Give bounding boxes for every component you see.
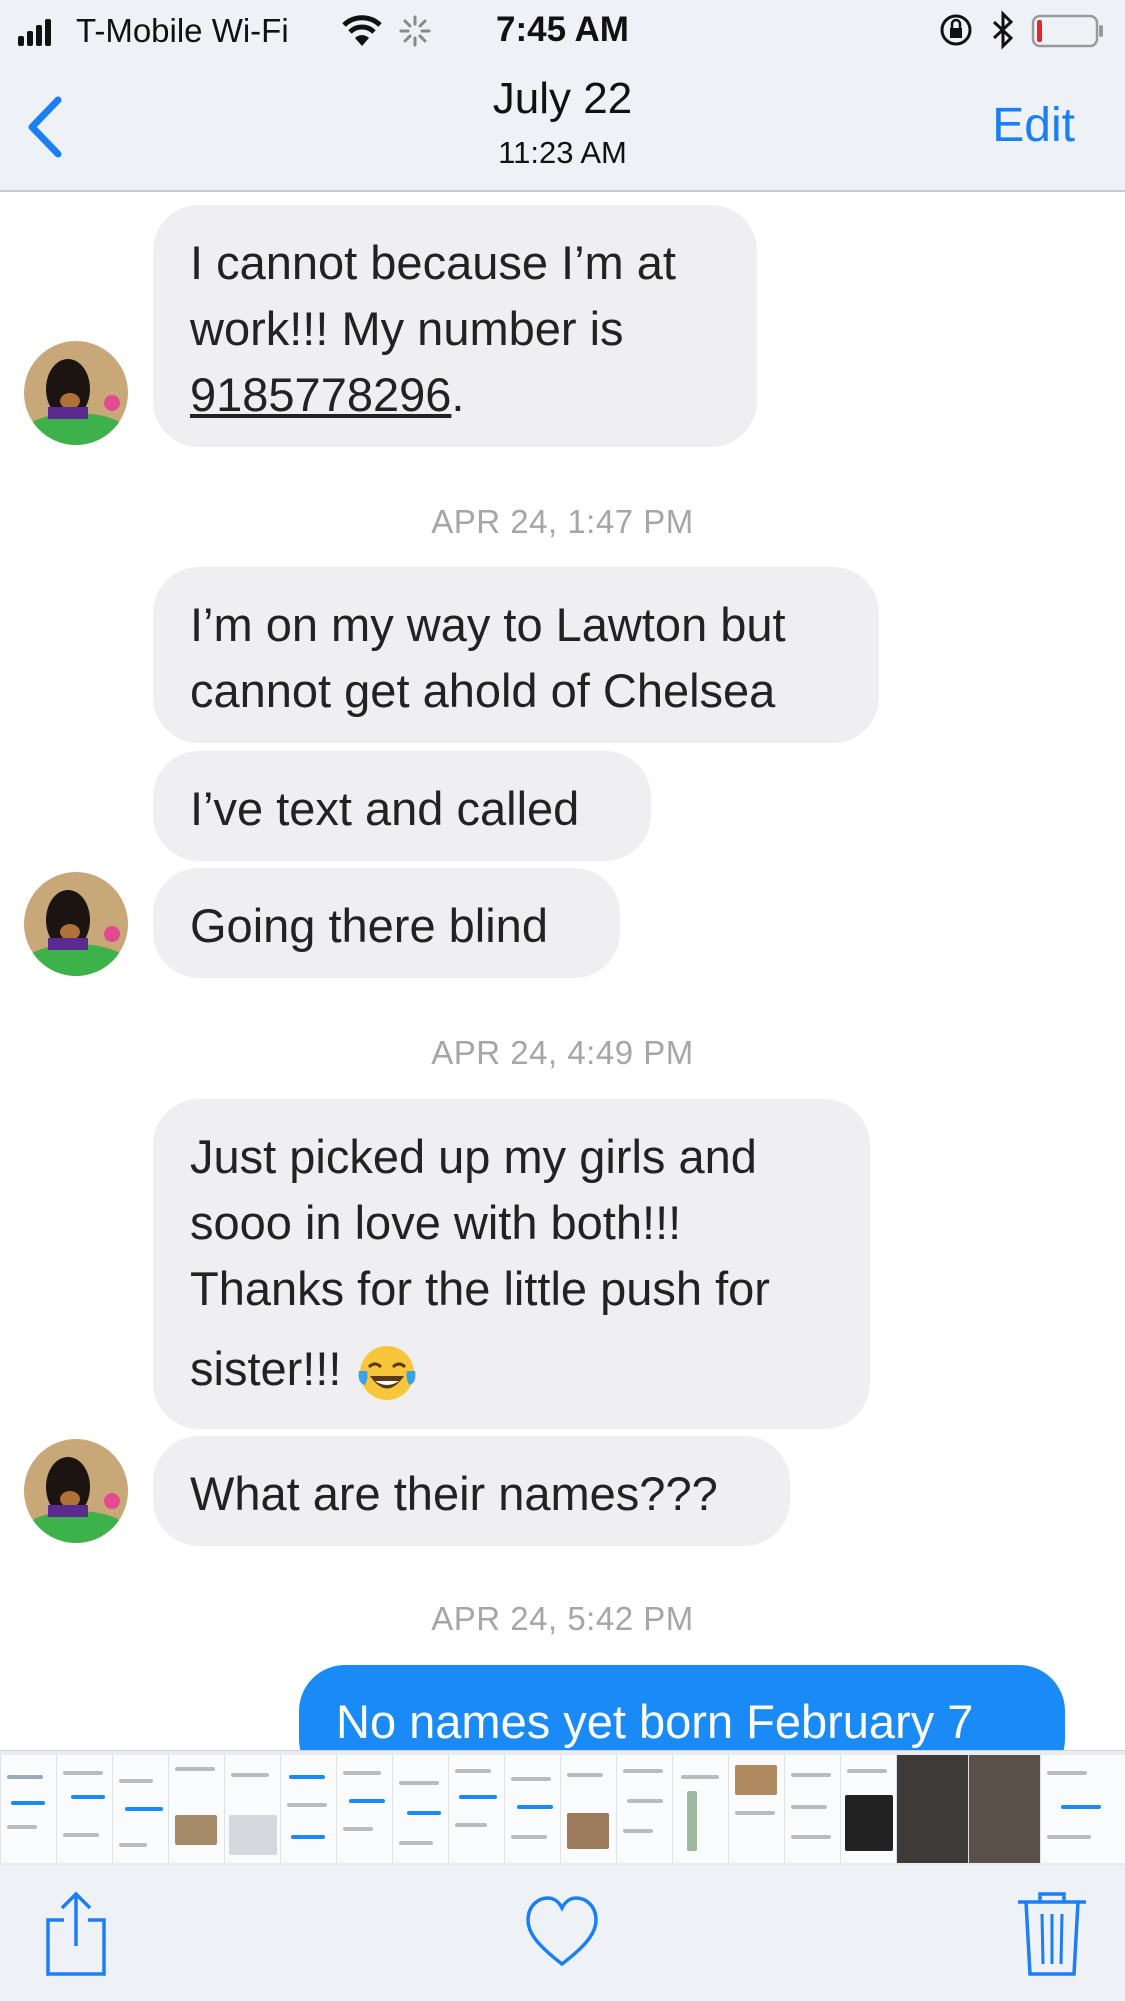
thumbnail[interactable] xyxy=(336,1755,392,1863)
bluetooth-icon xyxy=(992,10,1014,50)
avatar[interactable] xyxy=(24,1439,128,1543)
thumbnail[interactable] xyxy=(840,1755,896,1863)
thumbnail[interactable] xyxy=(896,1755,968,1863)
message-bubble-sent[interactable]: No names yet born February 7 xyxy=(299,1665,1065,1750)
thumbnail[interactable] xyxy=(968,1755,1040,1863)
message-bubble-received[interactable]: What are their names??? xyxy=(153,1436,790,1546)
thumbnail[interactable] xyxy=(224,1755,280,1863)
message-text: Thanks for the little push for xyxy=(190,1262,770,1315)
thumbnail[interactable] xyxy=(0,1755,56,1863)
message-bubble-received[interactable]: I’m on my way to Lawton but cannot get a… xyxy=(153,567,879,743)
photo-thumbnail-strip[interactable] xyxy=(0,1750,1125,1867)
thumbnail[interactable] xyxy=(728,1755,784,1863)
message-text: I cannot because I’m at xyxy=(190,236,676,289)
thumbnail[interactable] xyxy=(392,1755,448,1863)
thumbnail[interactable] xyxy=(560,1755,616,1863)
face-with-tears-of-joy-icon xyxy=(358,1345,415,1400)
battery-low-icon xyxy=(1031,14,1103,48)
heart-icon[interactable] xyxy=(522,1888,602,1978)
avatar[interactable] xyxy=(24,341,128,445)
timestamp: APR 24, 5:42 PM xyxy=(431,1600,694,1637)
thumbnail[interactable] xyxy=(672,1755,728,1863)
trash-icon[interactable] xyxy=(1012,1888,1092,1978)
thumbnail[interactable] xyxy=(168,1755,224,1863)
message-text: work!!! My number is xyxy=(190,302,624,355)
timestamp: APR 24, 4:49 PM xyxy=(431,1034,694,1071)
thumbnail[interactable] xyxy=(56,1755,112,1863)
thumbnail[interactable] xyxy=(616,1755,672,1863)
message-text: sister!!! xyxy=(190,1342,342,1395)
message-bubble-received[interactable]: I’ve text and called xyxy=(153,751,651,861)
thumbnail[interactable] xyxy=(112,1755,168,1863)
message-bubble-received[interactable]: I cannot because I’m at work!!! My numbe… xyxy=(153,205,757,447)
thumbnail[interactable] xyxy=(448,1755,504,1863)
thumbnail[interactable] xyxy=(784,1755,840,1863)
share-icon[interactable] xyxy=(36,1888,116,1978)
thumbnail[interactable] xyxy=(280,1755,336,1863)
message-text: I’ve text and called xyxy=(190,782,580,835)
message-bubble-received[interactable]: Just picked up my girls and sooo in love… xyxy=(153,1099,870,1429)
message-text: cannot get ahold of Chelsea xyxy=(190,664,776,717)
edit-button[interactable]: Edit xyxy=(992,98,1075,153)
message-text: Just picked up my girls and xyxy=(190,1130,757,1183)
message-text: sooo in love with both!!! xyxy=(190,1196,682,1249)
nav-subtitle-time: 11:23 AM xyxy=(498,135,627,170)
message-text: I’m on my way to Lawton but xyxy=(190,598,786,651)
message-text: No names yet born February 7 xyxy=(336,1695,974,1748)
nav-title-date: July 22 xyxy=(492,74,633,123)
message-thread[interactable]: I cannot because I’m at work!!! My numbe… xyxy=(0,192,1125,1750)
nav-bar: July 22 11:23 AM Edit xyxy=(0,62,1125,192)
avatar[interactable] xyxy=(24,872,128,976)
thumbnail[interactable] xyxy=(504,1755,560,1863)
timestamp: APR 24, 1:47 PM xyxy=(431,503,694,540)
thumbnail[interactable] xyxy=(1040,1755,1125,1863)
phone-number-link[interactable]: 9185778296 xyxy=(190,368,451,421)
orientation-lock-icon xyxy=(940,14,972,46)
message-text: Going there blind xyxy=(190,899,548,952)
bottom-toolbar xyxy=(0,1866,1125,2001)
message-text: . xyxy=(451,368,465,421)
message-bubble-received[interactable]: Going there blind xyxy=(153,868,620,978)
status-bar: T-Mobile Wi-Fi 7:45 AM xyxy=(0,0,1125,62)
message-text: What are their names??? xyxy=(190,1467,718,1520)
